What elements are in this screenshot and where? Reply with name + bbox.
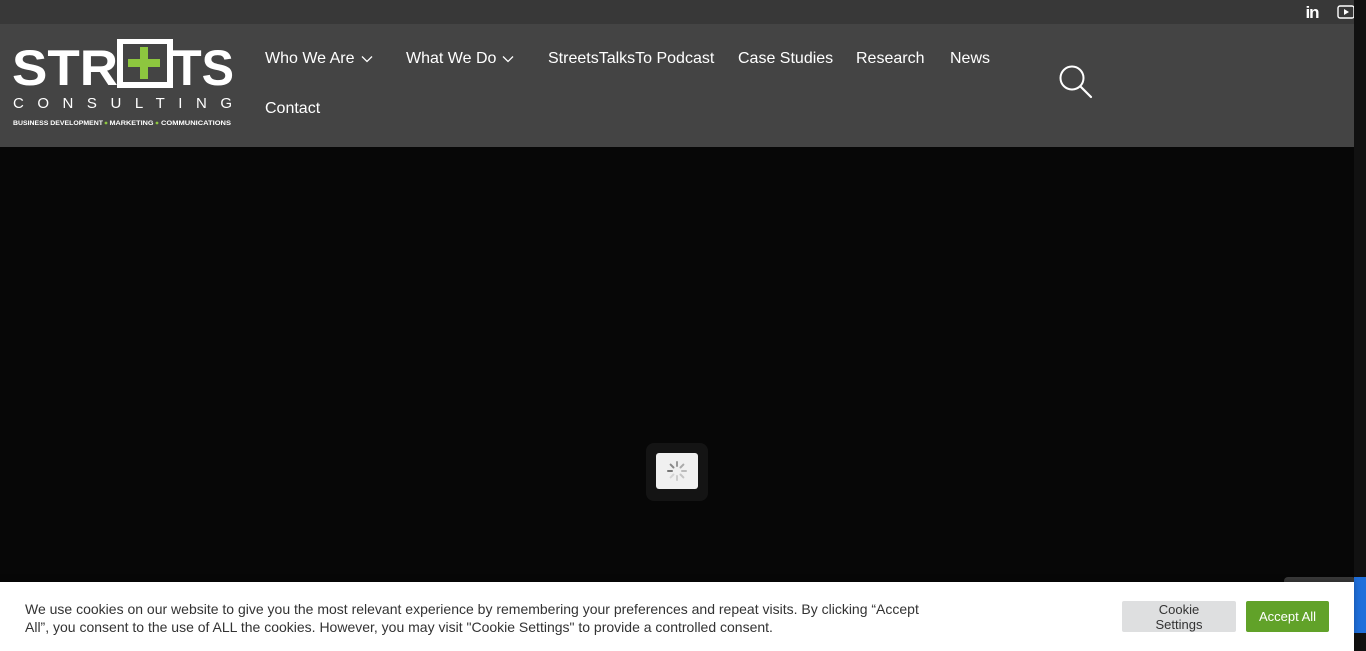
nav-item-what-we-do[interactable]: What We Do	[406, 50, 514, 68]
nav-label: Research	[856, 50, 925, 67]
linkedin-icon[interactable]: in	[1302, 3, 1322, 23]
svg-text:BUSINESS DEVELOPMENT: BUSINESS DEVELOPMENT	[13, 120, 103, 127]
page: in STR TS CONSULTING BUSINESS DEVELOPMEN…	[0, 0, 1366, 651]
logo-subtitle: CONSULTING	[13, 95, 232, 112]
nav-label: News	[950, 50, 991, 67]
nav-label: StreetsTalksTo Podcast	[548, 50, 715, 67]
nav-item-research[interactable]: Research	[856, 50, 924, 68]
cookie-settings-button[interactable]: Cookie Settings	[1122, 601, 1236, 632]
cookie-consent-bar: We use cookies on our website to give yo…	[0, 582, 1354, 651]
streets-consulting-logo[interactable]: STR TS CONSULTING BUSINESS DEVELOPMENT M…	[12, 38, 234, 129]
search-icon[interactable]	[1058, 64, 1094, 100]
nav-label: Case Studies	[738, 50, 834, 67]
nav-label: Who We Are	[265, 50, 355, 67]
hero-slider	[0, 147, 1354, 582]
svg-text:TS: TS	[172, 40, 234, 96]
nav-item-case-studies[interactable]: Case Studies	[738, 50, 833, 68]
loading-spinner-icon	[656, 453, 698, 489]
page-scrollbar-track	[1354, 0, 1366, 651]
nav-item-who-we-are[interactable]: Who We Are	[265, 50, 373, 68]
nav-label: Contact	[265, 100, 321, 117]
nav-label: What We Do	[406, 50, 497, 67]
accept-all-button[interactable]: Accept All	[1246, 601, 1329, 632]
nav-item-news[interactable]: News	[950, 50, 990, 68]
svg-text:STR: STR	[12, 40, 118, 96]
svg-text:COMMUNICATIONS: COMMUNICATIONS	[161, 120, 232, 127]
chevron-down-icon	[361, 56, 372, 63]
nav-item-podcast[interactable]: StreetsTalksTo Podcast	[548, 50, 714, 68]
chevron-down-icon	[502, 56, 514, 63]
youtube-icon[interactable]	[1337, 3, 1355, 21]
site-header: STR TS CONSULTING BUSINESS DEVELOPMENT M…	[0, 24, 1354, 147]
svg-text:MARKETING: MARKETING	[110, 120, 154, 127]
cookie-consent-text: We use cookies on our website to give yo…	[25, 601, 919, 635]
nav-item-contact[interactable]: Contact	[265, 100, 320, 118]
side-widget-tab[interactable]	[1354, 577, 1366, 633]
top-utility-bar: in	[0, 0, 1355, 24]
